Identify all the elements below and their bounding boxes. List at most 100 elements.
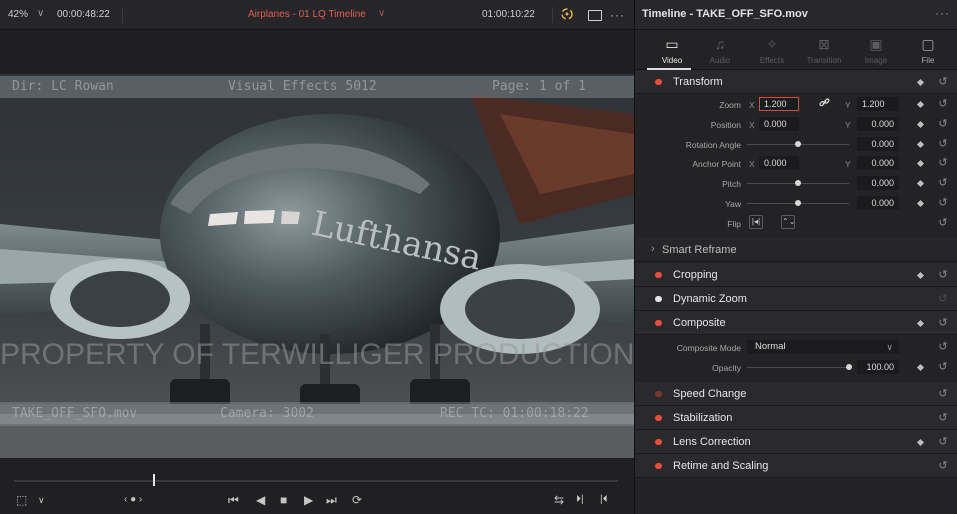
- section-smart-reframe[interactable]: › Smart Reframe: [635, 238, 957, 262]
- enable-toggle[interactable]: [655, 296, 662, 302]
- chevron-down-icon[interactable]: ∨: [37, 8, 44, 19]
- chevron-down-icon[interactable]: ∨: [378, 8, 385, 19]
- reset-icon[interactable]: ↺: [937, 412, 949, 424]
- stop-icon[interactable]: ■: [280, 492, 287, 508]
- reset-icon[interactable]: ↺: [937, 118, 949, 130]
- reset-icon[interactable]: ↺: [937, 341, 949, 353]
- tab-effects[interactable]: ✧ Effects: [747, 33, 797, 69]
- section-stabilization[interactable]: Stabilization ↺: [635, 406, 957, 430]
- timeline-selector[interactable]: Airplanes - 01 LQ Timeline: [248, 9, 366, 20]
- enable-toggle[interactable]: [655, 391, 662, 397]
- section-retime-and-scaling[interactable]: Retime and Scaling ↺: [635, 454, 957, 478]
- reset-icon[interactable]: ↺: [937, 269, 949, 281]
- tab-label: Audio: [709, 56, 731, 65]
- reset-icon[interactable]: ↺: [937, 197, 949, 209]
- flip-horizontal-button[interactable]: |◂|: [749, 215, 763, 229]
- sync-icon[interactable]: [560, 7, 574, 23]
- section-transform[interactable]: Transform ↺: [635, 70, 957, 94]
- zoom-level-dropdown[interactable]: 42%: [8, 9, 28, 20]
- slider-handle[interactable]: [846, 364, 852, 370]
- flip-vertical-button[interactable]: ⌃⌄: [781, 215, 795, 229]
- link-icon[interactable]: [819, 97, 830, 111]
- reset-icon[interactable]: ↺: [937, 388, 949, 400]
- reset-icon[interactable]: ↺: [937, 293, 949, 305]
- keyframe-icon[interactable]: [916, 271, 925, 280]
- tab-image[interactable]: ▣ Image: [851, 33, 901, 69]
- composite-mode-label: Composite Mode: [676, 343, 741, 353]
- section-composite[interactable]: Composite ↺: [635, 311, 957, 335]
- reset-icon[interactable]: ↺: [937, 317, 949, 329]
- viewer-mode-icon[interactable]: [588, 10, 602, 21]
- pitch-label: Pitch: [722, 179, 741, 189]
- slider-handle[interactable]: [795, 141, 801, 147]
- keyframe-icon[interactable]: [916, 120, 925, 129]
- anchor-x-field[interactable]: 0.000: [759, 156, 799, 170]
- pitch-field[interactable]: 0.000: [857, 176, 899, 190]
- more-options-icon[interactable]: ···: [935, 6, 950, 20]
- reset-icon[interactable]: ↺: [937, 157, 949, 169]
- chevron-down-icon[interactable]: ∨: [38, 492, 45, 508]
- yaw-field[interactable]: 0.000: [857, 196, 899, 210]
- zoom-x-field[interactable]: 1.200: [759, 97, 799, 111]
- keyframe-icon[interactable]: [916, 100, 925, 109]
- playhead[interactable]: [153, 474, 155, 486]
- keyframe-icon[interactable]: [916, 199, 925, 208]
- keyframe-icon[interactable]: [916, 78, 925, 87]
- anchor-y-field[interactable]: 0.000: [857, 156, 899, 170]
- section-speed-change[interactable]: Speed Change ↺: [635, 382, 957, 406]
- play-icon[interactable]: ▶: [304, 492, 313, 508]
- reset-icon[interactable]: ↺: [937, 138, 949, 150]
- mark-in-icon[interactable]: ⏵|: [576, 492, 584, 508]
- scrubber-bar[interactable]: [14, 474, 618, 486]
- position-x-field[interactable]: 0.000: [759, 117, 799, 131]
- slider-handle[interactable]: [795, 200, 801, 206]
- rotation-field[interactable]: 0.000: [857, 137, 899, 151]
- enable-toggle[interactable]: [655, 272, 662, 278]
- composite-mode-select[interactable]: Normal ∨: [747, 340, 899, 354]
- go-to-first-frame-icon[interactable]: ⏮: [228, 492, 239, 508]
- enable-toggle[interactable]: [655, 415, 662, 421]
- more-options-icon[interactable]: ···: [610, 7, 625, 23]
- match-frame-icon[interactable]: ⇆: [554, 492, 564, 508]
- tab-video[interactable]: ▭ Video: [647, 33, 697, 69]
- reset-icon[interactable]: ↺: [937, 76, 949, 88]
- crop-icon[interactable]: ⬚: [16, 492, 27, 508]
- enable-toggle[interactable]: [655, 79, 662, 85]
- enable-toggle[interactable]: [655, 463, 662, 469]
- viewer-frame[interactable]: Lufthansa Dir: LC Rowan Visual Effects 5…: [0, 30, 634, 460]
- inspector-panel: Timeline - TAKE_OFF_SFO.mov ··· ▭ Video …: [634, 0, 957, 514]
- enable-toggle[interactable]: [655, 320, 662, 326]
- position-y-field[interactable]: 0.000: [857, 117, 899, 131]
- reset-icon[interactable]: ↺: [937, 98, 949, 110]
- section-dynamic-zoom[interactable]: Dynamic Zoom ↺: [635, 287, 957, 311]
- loop-icon[interactable]: ⟳: [352, 492, 362, 508]
- keyframe-icon[interactable]: [916, 319, 925, 328]
- tab-audio[interactable]: ♫ Audio: [695, 33, 745, 69]
- section-cropping[interactable]: Cropping ↺: [635, 263, 957, 287]
- enable-toggle[interactable]: [655, 439, 662, 445]
- opacity-field[interactable]: 100.00: [857, 360, 899, 374]
- tab-file[interactable]: ▢ File: [903, 33, 953, 69]
- reset-icon[interactable]: ↺: [937, 436, 949, 448]
- jog-control[interactable]: ‹ ● ›: [124, 492, 142, 508]
- chevron-right-icon[interactable]: ›: [651, 243, 655, 255]
- keyframe-icon[interactable]: [916, 140, 925, 149]
- tab-transition[interactable]: ⊠ Transition: [799, 33, 849, 69]
- keyframe-icon[interactable]: [916, 159, 925, 168]
- reset-icon[interactable]: ↺: [937, 460, 949, 472]
- reset-icon[interactable]: ↺: [937, 217, 949, 229]
- keyframe-icon[interactable]: [916, 363, 925, 372]
- reset-icon[interactable]: ↺: [937, 177, 949, 189]
- tab-label: Video: [661, 56, 683, 65]
- zoom-y-field[interactable]: 1.200: [857, 97, 899, 111]
- keyframe-icon[interactable]: [916, 179, 925, 188]
- play-reverse-icon[interactable]: ◀: [256, 492, 265, 508]
- keyframe-icon[interactable]: [916, 438, 925, 447]
- go-to-last-frame-icon[interactable]: ⏭: [326, 492, 337, 508]
- mark-out-icon[interactable]: |⏴: [600, 492, 608, 508]
- select-value: Normal: [755, 341, 786, 352]
- slider-handle[interactable]: [795, 180, 801, 186]
- opacity-slider[interactable]: [747, 367, 849, 368]
- reset-icon[interactable]: ↺: [937, 361, 949, 373]
- section-lens-correction[interactable]: Lens Correction ↺: [635, 430, 957, 454]
